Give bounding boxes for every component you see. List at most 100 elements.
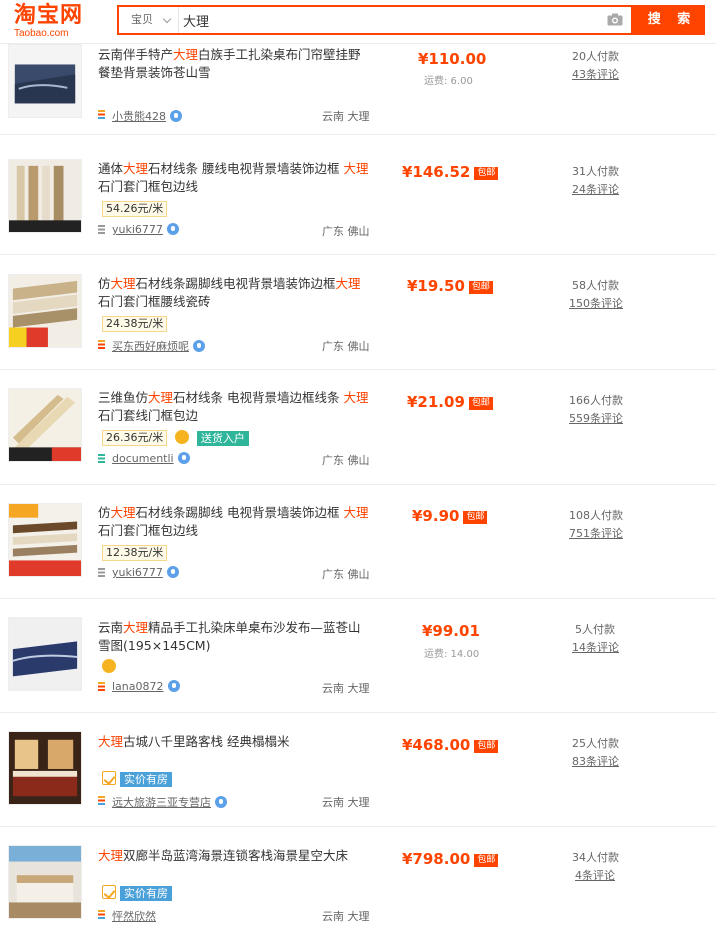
sales-count: 34人付款 [572, 851, 619, 864]
review-count[interactable]: 559条评论 [569, 410, 623, 426]
free-shipping-badge: 包邮 [468, 397, 493, 410]
product-image[interactable] [8, 44, 82, 118]
shop-icon [98, 568, 105, 577]
shop-name: documentli [112, 452, 174, 465]
item-title[interactable]: 三维鱼仿大理石材线条 电视背景墙边框线条 大理石门套线门框包边 [98, 389, 370, 425]
item-title[interactable]: 云南大理精品手工扎染床单桌布沙发布—蓝苍山雪图(195×145CM) [98, 619, 370, 655]
item-price: ¥21.09 包邮 [407, 393, 493, 411]
wangwang-chat-icon[interactable] [166, 566, 179, 578]
review-count[interactable]: 24条评论 [572, 181, 619, 197]
location: 广东 佛山 [322, 340, 370, 353]
product-image[interactable] [8, 503, 82, 577]
review-count[interactable]: 14条评论 [572, 639, 619, 655]
sales-count: 20人付款 [572, 50, 619, 63]
shop-icon [98, 796, 105, 805]
unit-price: 24.38元/米 [102, 316, 168, 332]
crown-icon [102, 659, 116, 673]
title-highlight: 大理 [173, 47, 199, 62]
shop-link[interactable]: lana0872 [98, 680, 180, 693]
price-value: ¥9.90 [412, 507, 460, 525]
logo-text: 淘宝网 [14, 3, 84, 28]
sales-count: 5人付款 [575, 623, 615, 636]
title-text: 双廊半岛蓝湾海景连锁客栈海景星空大床 [123, 848, 349, 863]
location: 云南 大理 [322, 110, 370, 123]
title-text: 石门套门框包边线 [98, 179, 199, 194]
wangwang-chat-icon[interactable] [166, 223, 179, 235]
free-shipping-badge: 包邮 [463, 511, 488, 524]
wangwang-chat-icon[interactable] [170, 110, 182, 122]
wangwang-chat-icon[interactable] [177, 452, 190, 464]
product-image[interactable] [8, 731, 82, 805]
search-category-select[interactable]: 宝贝 [119, 7, 179, 33]
shop-link[interactable]: 远大旅游三亚专营店 [98, 794, 227, 810]
search-box: 宝贝 [117, 5, 633, 35]
sales-count: 166人付款 [569, 394, 623, 407]
shop-icon [98, 110, 105, 119]
product-image[interactable] [8, 845, 82, 919]
title-highlight: 大理 [110, 505, 136, 520]
shop-link[interactable]: yuki6777 [98, 566, 179, 579]
title-highlight: 大理 [98, 848, 124, 863]
title-highlight: 大理 [110, 276, 136, 291]
title-highlight: 大理 [343, 505, 369, 520]
shop-icon [98, 340, 105, 349]
list-item: 仿大理石材线条踢脚线电视背景墙装饰边框大理石门套门框腰线瓷砖 24.38元/米 … [0, 255, 716, 370]
search-button[interactable]: 搜 索 [633, 5, 705, 35]
shop-icon [98, 682, 105, 691]
title-text: 古城八千里路客栈 经典榻榻米 [123, 734, 290, 749]
item-title[interactable]: 仿大理石材线条踢脚线 电视背景墙装饰边框 大理石门套门框包边线 [98, 504, 370, 540]
title-text: 石门套门框腰线瓷砖 [98, 294, 211, 309]
item-title[interactable]: 大理双廊半岛蓝湾海景连锁客栈海景星空大床 [98, 847, 370, 865]
title-highlight: 大理 [123, 161, 149, 176]
item-title[interactable]: 大理古城八千里路客栈 经典榻榻米 [98, 733, 370, 751]
location: 云南 大理 [322, 682, 370, 695]
product-image[interactable] [8, 274, 82, 348]
product-image[interactable] [8, 159, 82, 233]
wangwang-chat-icon[interactable] [193, 340, 205, 352]
review-count[interactable]: 751条评论 [569, 525, 623, 541]
shop-link[interactable]: 怦然欣然 [98, 908, 156, 924]
review-count[interactable]: 150条评论 [569, 295, 623, 311]
shop-link[interactable]: yuki6777 [98, 223, 179, 236]
item-title[interactable]: 云南伴手特产大理白族手工扎染桌布门帘壁挂野餐垫背景装饰苍山雪 [98, 46, 370, 82]
title-text: 石材线条踢脚线 电视背景墙装饰边框 [135, 505, 344, 520]
sales-count: 58人付款 [572, 279, 619, 292]
price-value: ¥21.09 [407, 393, 465, 411]
shop-link[interactable]: documentli [98, 452, 190, 465]
location: 云南 大理 [322, 910, 370, 923]
item-title[interactable]: 通体大理石材线条 腰线电视背景墙装饰边框 大理石门套门框包边线 [98, 160, 370, 196]
list-item: 通体大理石材线条 腰线电视背景墙装饰边框 大理石门套门框包边线 54.26元/米… [0, 135, 716, 255]
top-bar: 淘宝网 Taobao.com 宝贝 搜 索 [0, 0, 716, 44]
item-title[interactable]: 仿大理石材线条踢脚线电视背景墙装饰边框大理石门套门框腰线瓷砖 [98, 275, 370, 311]
title-text: 仿 [98, 276, 111, 291]
search-input[interactable] [183, 9, 593, 31]
shop-link[interactable]: 小贵熊428 [98, 108, 182, 124]
item-price: ¥110.00 [418, 50, 487, 68]
chevron-down-icon [162, 14, 172, 24]
product-image[interactable] [8, 388, 82, 462]
shop-name: 买东西好麻烦呢 [112, 340, 189, 353]
shop-icon [98, 454, 105, 463]
item-price: ¥19.50 包邮 [407, 277, 493, 295]
title-highlight: 大理 [98, 734, 124, 749]
review-count[interactable]: 83条评论 [572, 753, 619, 769]
wangwang-chat-icon[interactable] [215, 796, 227, 808]
review-count[interactable]: 4条评论 [575, 867, 615, 883]
free-shipping-badge: 包邮 [474, 740, 499, 753]
verified-icon [102, 885, 116, 899]
room-tag: 实价有房 [120, 886, 172, 901]
free-shipping-badge: 包邮 [474, 167, 499, 180]
shop-icon [98, 910, 105, 919]
shipping-fee: 运费: 14.00 [424, 649, 480, 660]
taobao-logo[interactable]: 淘宝网 Taobao.com [14, 4, 96, 40]
title-text: 石材线条 腰线电视背景墙装饰边框 [148, 161, 344, 176]
review-count[interactable]: 43条评论 [572, 66, 619, 82]
wangwang-chat-icon[interactable] [167, 680, 180, 692]
item-price: ¥9.90 包邮 [412, 507, 488, 525]
shop-icon [98, 225, 105, 234]
item-price: ¥146.52 包邮 [402, 163, 499, 181]
camera-icon[interactable] [607, 13, 623, 26]
product-image[interactable] [8, 617, 82, 691]
shipping-fee: 运费: 6.00 [424, 76, 473, 87]
shop-link[interactable]: 买东西好麻烦呢 [98, 338, 205, 354]
